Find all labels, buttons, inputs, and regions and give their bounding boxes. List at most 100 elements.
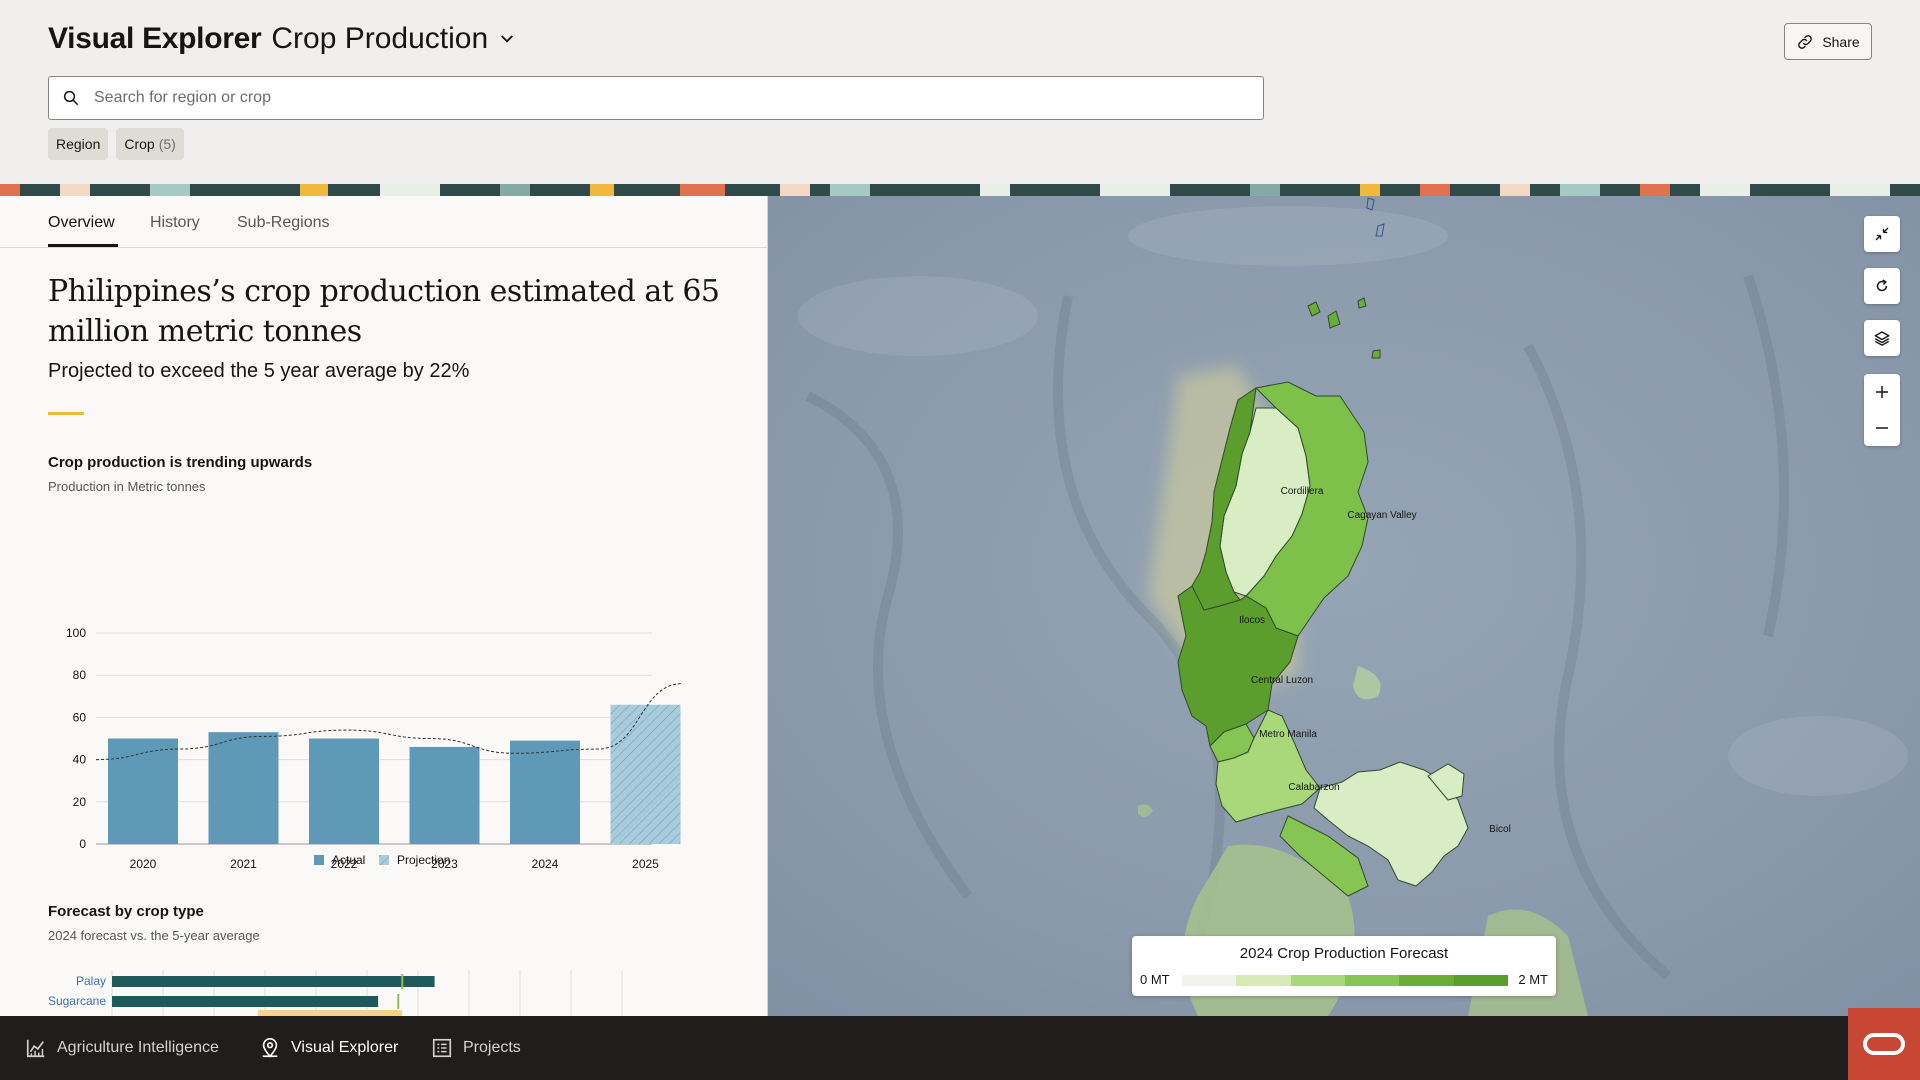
y-tick-label: 0 [79,837,86,851]
chip-label: Region [56,136,101,152]
chip-count: (5) [158,136,176,152]
legend-ramp-step [1344,975,1400,986]
bar-actual[interactable] [510,740,580,844]
region-label-metro-manila: Metro Manila [1259,729,1317,740]
y-tick-label: 60 [73,710,87,724]
chart-legend: Actual Projection [314,853,450,867]
region-label-cordillera: Cordillera [1281,486,1324,497]
production-chart-subtitle: Production in Metric tonnes [48,479,206,494]
oracle-logo [1848,1008,1920,1080]
search-input[interactable] [94,89,1263,107]
zoom-in-button[interactable] [1864,374,1900,410]
five-year-average-marker [397,994,400,1009]
bar-projection[interactable] [610,704,681,844]
forecast-bar-chart: Palay Sugarcane [48,970,623,1016]
reset-map-button[interactable] [1864,268,1900,304]
forecast-bar[interactable] [112,996,379,1007]
region-label-central-luzon: Central Luzon [1251,675,1313,686]
share-button[interactable]: Share [1784,23,1872,60]
legend-ramp-step [1453,975,1508,986]
decorative-band [0,184,1920,196]
map-legend: 2024 Crop Production Forecast 0 MT 2 MT [1132,936,1556,996]
nav-label: Visual Explorer [291,1039,399,1056]
chip-label: Crop [124,136,155,152]
bar-actual[interactable] [409,746,480,844]
layers-icon [1874,331,1890,346]
dataset-label: Crop Production [271,22,489,55]
forecast-chart-title: Forecast by crop type [48,903,204,920]
title-row: Visual Explorer Crop Production [48,22,516,56]
map-canvas: Cordillera Cagayan Valley Ilocos Central… [768,196,1920,1016]
collapse-map-button[interactable] [1864,216,1900,252]
legend-ramp-step [1290,975,1345,986]
collapse-icon [1875,227,1889,241]
map-legend-title: 2024 Crop Production Forecast [1239,945,1449,962]
region-label-calabarzon: Calabarzon [1288,782,1339,793]
forecast-category-label[interactable]: Sugarcane [48,994,106,1008]
chart-icon [26,1039,45,1058]
y-tick-label: 80 [73,668,87,682]
filter-chip-crop[interactable]: Crop (5) [116,128,184,160]
filter-chips: Region Crop (5) [48,128,184,160]
chevron-down-icon [501,35,514,43]
dataset-dropdown[interactable]: Crop Production [271,22,516,56]
production-chart-title: Crop production is trending upwards [48,454,313,471]
zoom-out-button[interactable] [1864,410,1900,446]
trend-line [95,683,683,761]
bar-actual[interactable] [108,738,178,845]
filter-chip-region[interactable]: Region [48,128,109,160]
link-icon [1798,34,1813,49]
map-view[interactable]: Cordillera Cagayan Valley Ilocos Central… [768,196,1920,1016]
forecast-chart-subtitle: 2024 forecast vs. the 5-year average [48,928,260,943]
layers-button[interactable] [1864,320,1900,356]
refresh-icon [1876,279,1888,292]
header: Visual Explorer Crop Production Share Re… [0,0,1920,184]
bottom-navigation: Agriculture Intelligence Visual Explorer… [0,1016,1920,1080]
legend-ramp-step [1399,975,1454,986]
x-tick-label: 2021 [230,857,257,871]
production-bar-chart: 020406080100 2020 2021 2022 2023 2024 2025 Ac… [66,626,683,871]
legend-swatch-actual [314,855,324,865]
forecast-bar[interactable] [112,976,435,987]
tab-overview[interactable]: Overview [48,214,115,232]
list-icon [432,1038,452,1058]
nav-agriculture-intelligence[interactable]: Agriculture Intelligence [25,1016,219,1080]
y-tick-label: 20 [73,795,87,809]
y-tick-label: 40 [73,753,87,767]
search-box [48,76,1264,120]
map-legend-min: 0 MT [1140,972,1170,987]
overview-panel: Overview History Sub-Regions Philippines… [0,196,768,1016]
legend-label-actual: Actual [332,853,365,867]
tab-bar: Overview History Sub-Regions [0,196,767,248]
five-year-average-marker [401,974,404,989]
location-pin-icon [262,1038,278,1058]
forecast-category-label[interactable]: Palay [76,974,106,988]
x-tick-label: 2024 [532,857,559,871]
nav-label: Agriculture Intelligence [57,1039,219,1056]
share-label: Share [1822,33,1860,50]
tab-history[interactable]: History [150,214,200,232]
legend-ramp-step [1182,975,1237,986]
zoom-out-icon [1876,427,1888,429]
region-label-bicol: Bicol [1489,824,1511,835]
nav-label: Projects [463,1039,521,1056]
accent-divider [48,412,84,415]
y-tick-label: 100 [66,626,86,640]
legend-label-projection: Projection [397,853,450,867]
tab-sub-regions[interactable]: Sub-Regions [237,214,330,232]
headline: Philippines’s crop production estimated … [48,274,720,349]
bar-actual[interactable] [309,738,379,845]
bar-actual[interactable] [208,732,279,844]
map-legend-color-ramp [1182,975,1508,986]
nav-projects[interactable]: Projects [431,1016,521,1080]
app-title: Visual Explorer [48,22,262,55]
x-tick-label: 2025 [632,857,659,871]
region-label-cagayan-valley: Cagayan Valley [1347,510,1416,521]
nav-visual-explorer[interactable]: Visual Explorer [259,1016,398,1080]
region-label-ilocos: Ilocos [1239,615,1265,626]
search-icon [63,90,79,106]
legend-ramp-step [1236,975,1291,986]
legend-swatch-projection [379,855,389,865]
zoom-controls [1864,374,1900,446]
zoom-in-icon [1876,386,1888,398]
